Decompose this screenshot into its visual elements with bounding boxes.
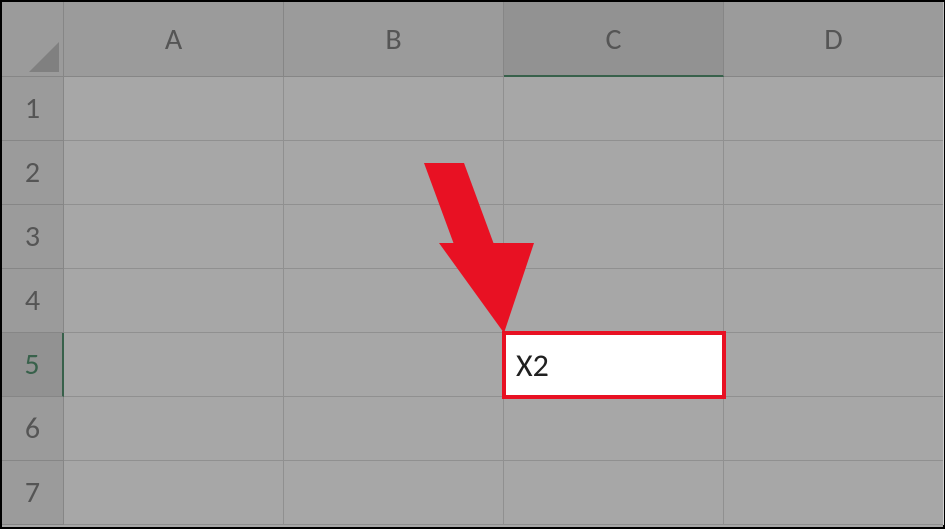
cell-b4[interactable] (284, 269, 504, 333)
cell-b3[interactable] (284, 205, 504, 269)
cell-c4[interactable] (504, 269, 724, 333)
cell-c6[interactable] (504, 397, 724, 461)
select-all-button[interactable] (2, 2, 64, 77)
cell-b2[interactable] (284, 141, 504, 205)
active-cell-value: X2 (516, 346, 549, 385)
cell-a6[interactable] (64, 397, 284, 461)
select-all-triangle-icon (29, 42, 59, 72)
column-header-a[interactable]: A (64, 2, 284, 77)
row-header-4[interactable]: 4 (2, 269, 64, 333)
cell-b6[interactable] (284, 397, 504, 461)
active-cell[interactable]: X2 (502, 331, 726, 399)
cell-c3[interactable] (504, 205, 724, 269)
column-header-c[interactable]: C (504, 2, 724, 77)
spreadsheet-viewport: ABCD 1234567 X2 (0, 0, 945, 529)
column-header-b[interactable]: B (284, 2, 504, 77)
cell-c1[interactable] (504, 77, 724, 141)
cell-d5[interactable] (724, 333, 944, 397)
row-header-7[interactable]: 7 (2, 461, 64, 525)
cell-a5[interactable] (64, 333, 284, 397)
column-header-d[interactable]: D (724, 2, 944, 77)
cell-d7[interactable] (724, 461, 944, 525)
cell-d6[interactable] (724, 397, 944, 461)
cell-d1[interactable] (724, 77, 944, 141)
cell-b5[interactable] (284, 333, 504, 397)
cell-b1[interactable] (284, 77, 504, 141)
cell-a3[interactable] (64, 205, 284, 269)
row-header-1[interactable]: 1 (2, 77, 64, 141)
cell-a7[interactable] (64, 461, 284, 525)
row-header-2[interactable]: 2 (2, 141, 64, 205)
cell-a4[interactable] (64, 269, 284, 333)
cell-c2[interactable] (504, 141, 724, 205)
cell-b7[interactable] (284, 461, 504, 525)
cell-a1[interactable] (64, 77, 284, 141)
cell-d3[interactable] (724, 205, 944, 269)
row-header-6[interactable]: 6 (2, 397, 64, 461)
cell-c7[interactable] (504, 461, 724, 525)
cell-d2[interactable] (724, 141, 944, 205)
cell-d4[interactable] (724, 269, 944, 333)
cell-a2[interactable] (64, 141, 284, 205)
row-header-5[interactable]: 5 (2, 333, 64, 397)
row-header-3[interactable]: 3 (2, 205, 64, 269)
